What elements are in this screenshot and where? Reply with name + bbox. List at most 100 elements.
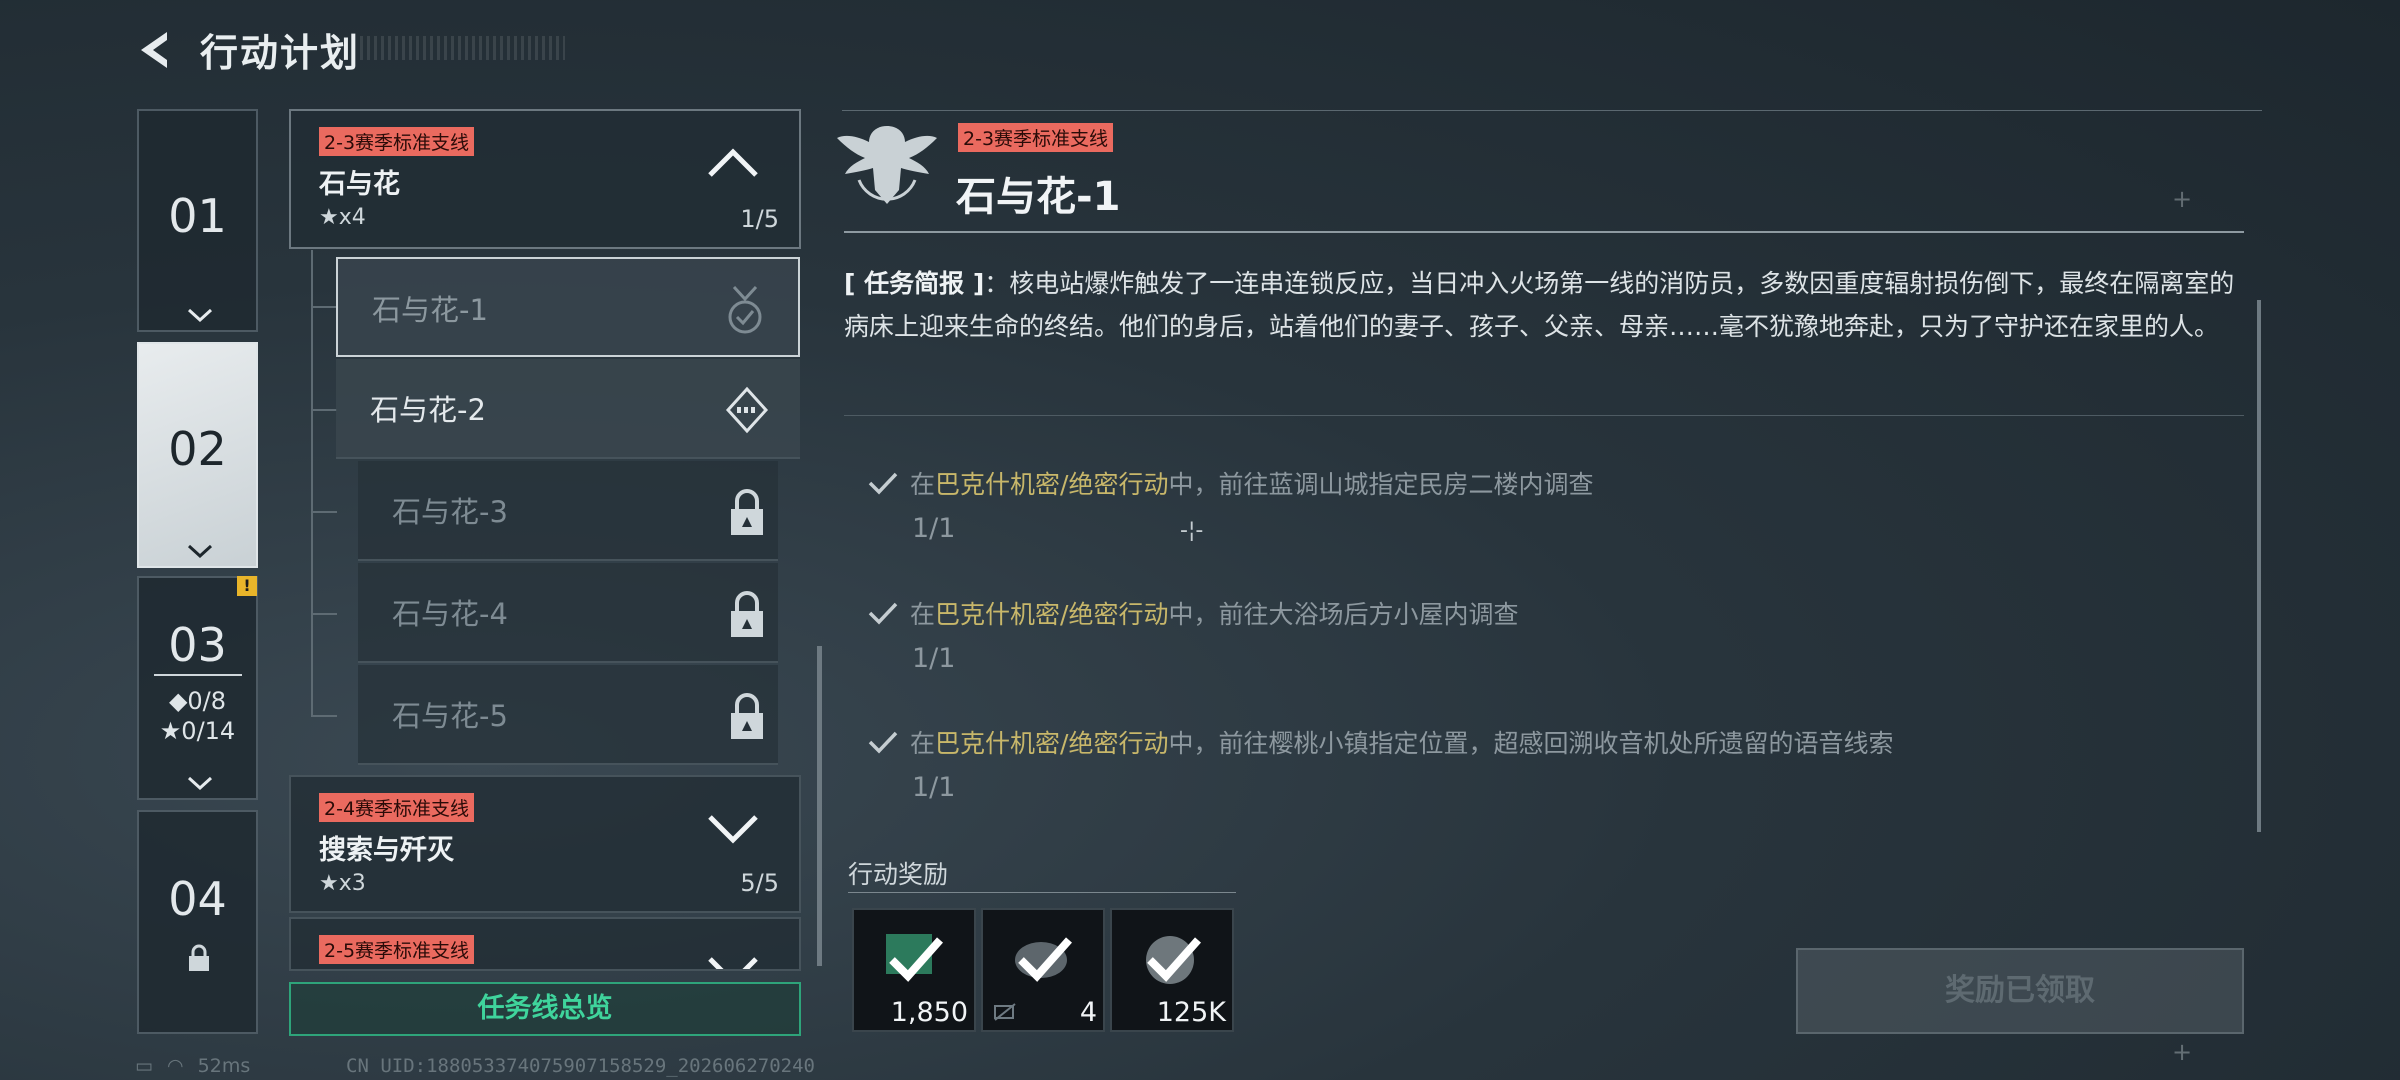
mission-group-2-5[interactable]: 2-5赛季标准支线	[289, 917, 801, 971]
chapter-tab-03[interactable]: 03 ◆0/8 ★0/14	[137, 576, 258, 800]
objective-item: 在巴克什机密/绝密行动中，前往蓝调山城指定民房二楼内调查 1/1	[860, 455, 2240, 575]
objective-count: 1/1	[912, 513, 956, 544]
battery-icon: ▭	[135, 1055, 153, 1077]
objective-suffix: 中，前往大浴场后方小屋内调查	[1168, 600, 1519, 629]
mission-group-stars: ★x4	[319, 205, 366, 230]
lock-icon	[731, 693, 763, 739]
claim-rewards-button[interactable]: 奖励已领取	[1796, 948, 2244, 1034]
status-bar: ▭ ◠ 52ms	[135, 1055, 250, 1077]
mission-brief: [ 任务简报 ]：核电站爆炸触发了一连串连锁反应，当日冲入火场第一线的消防员，多…	[844, 262, 2246, 348]
divider	[844, 415, 2244, 416]
chapter-number: 04	[168, 872, 227, 926]
season-tag: 2-5赛季标准支线	[319, 935, 475, 964]
sub-mission-1[interactable]: 石与花-1	[336, 257, 800, 357]
lock-icon	[731, 489, 763, 535]
back-arrow-icon[interactable]	[135, 28, 175, 72]
sub-mission-3[interactable]: 石与花-3	[358, 461, 778, 561]
objective-suffix: 中，前往樱桃小镇指定位置，超感回溯收音机处所遗留的语音线索	[1168, 729, 1894, 758]
check-icon	[868, 472, 898, 495]
mission-group-progress: 5/5	[740, 869, 779, 897]
chevron-down-icon[interactable]	[707, 813, 759, 845]
mission-list-scrollbar[interactable]	[817, 646, 822, 966]
objective-highlight: 巴克什机密/绝密行动	[935, 729, 1169, 758]
supply-pack-icon	[1015, 937, 1072, 982]
mission-group-progress: 1/5	[740, 205, 779, 233]
medal-check-icon	[728, 285, 762, 334]
objective-highlight: 巴克什机密/绝密行动	[935, 600, 1169, 629]
objective-prefix: 在	[910, 470, 936, 499]
sub-mission-name: 石与花-3	[392, 495, 508, 529]
reward-item[interactable]: 1,850	[852, 908, 976, 1032]
season-tag: 2-4赛季标准支线	[319, 793, 475, 822]
mission-group-stars: ★x3	[319, 871, 366, 896]
crosshair-icon: -¦-	[1180, 518, 1204, 543]
chapter-gem-count: ◆0/8	[168, 687, 227, 715]
mission-group-name: 搜索与歼灭	[319, 835, 454, 866]
check-icon	[868, 602, 898, 625]
chapter-number: 03	[153, 618, 242, 676]
divider	[844, 231, 2244, 233]
reward-quantity: 4	[1079, 997, 1097, 1028]
chapter-number: 01	[168, 189, 227, 243]
mission-group-search-destroy[interactable]: 2-4赛季标准支线 搜索与歼灭 ★x3 5/5	[289, 775, 801, 913]
season-tag: 2-3赛季标准支线	[958, 123, 1114, 152]
chevron-down-icon	[187, 544, 213, 558]
chevron-down-icon	[187, 308, 213, 322]
divider	[848, 892, 1236, 893]
objective-item: 在巴克什机密/绝密行动中，前往大浴场后方小屋内调查 1/1	[860, 585, 2240, 705]
chapter-number: 02	[168, 422, 227, 476]
objective-count: 1/1	[912, 772, 956, 803]
reward-quantity: 125K	[1156, 997, 1226, 1028]
tree-connector	[311, 250, 313, 716]
sub-mission-name: 石与花-2	[370, 393, 486, 427]
eagle-emblem-icon	[837, 126, 937, 204]
season-tag: 2-3赛季标准支线	[319, 127, 475, 156]
chapter-star-count: ★0/14	[159, 717, 236, 745]
tree-branch	[311, 613, 337, 615]
mission-group-stone-flower[interactable]: 2-3赛季标准支线 石与花 ★x4 1/5	[289, 109, 801, 249]
objective-prefix: 在	[910, 729, 936, 758]
divider	[842, 110, 2262, 111]
mission-group-name: 石与花	[319, 169, 400, 200]
chevron-down-icon	[187, 776, 213, 790]
chapter-tab-01[interactable]: 01	[137, 109, 258, 332]
lock-icon	[189, 944, 209, 971]
corner-mark: +	[2172, 185, 2193, 213]
mission-title: 石与花-1	[956, 174, 1121, 220]
tree-branch	[311, 511, 337, 513]
sub-mission-name: 石与花-4	[392, 597, 508, 631]
corner-mark: +	[2172, 1038, 2193, 1066]
chapter-tab-02[interactable]: 02	[137, 342, 258, 568]
brief-label: [ 任务简报 ]	[844, 269, 985, 298]
tree-branch	[311, 409, 337, 411]
tree-branch	[311, 306, 337, 308]
detail-scrollbar[interactable]	[2257, 300, 2261, 832]
chevron-up-icon[interactable]	[707, 147, 759, 179]
title-decoration	[360, 36, 565, 60]
ping-value: 52ms	[197, 1055, 251, 1077]
sub-mission-4[interactable]: 石与花-4	[358, 563, 778, 663]
objective-highlight: 巴克什机密/绝密行动	[935, 470, 1169, 499]
no-trade-icon	[994, 1003, 1016, 1021]
rewards-title: 行动奖励	[848, 860, 949, 889]
chapter-tab-04[interactable]: 04	[137, 810, 258, 1034]
objective-suffix: 中，前往蓝调山城指定民房二楼内调查	[1168, 470, 1594, 499]
objective-count: 1/1	[912, 643, 956, 674]
sub-mission-name: 石与花-5	[392, 699, 508, 733]
page-title: 行动计划	[200, 31, 361, 75]
sub-mission-5[interactable]: 石与花-5	[358, 665, 778, 765]
green-badge-icon	[886, 934, 943, 982]
sub-mission-2[interactable]: 石与花-2	[336, 359, 800, 459]
mission-overview-button[interactable]: 任务线总览	[289, 982, 801, 1036]
tree-branch	[311, 715, 337, 717]
reward-item[interactable]: 125K	[1110, 908, 1234, 1032]
reward-quantity: 1,850	[890, 997, 968, 1028]
wifi-icon: ◠	[167, 1055, 184, 1077]
alert-badge: !	[237, 576, 257, 596]
currency-coin-icon	[1146, 936, 1201, 984]
objective-item: 在巴克什机密/绝密行动中，前往樱桃小镇指定位置，超感回溯收音机处所遗留的语音线索…	[860, 714, 2240, 834]
reward-item[interactable]: 4	[981, 908, 1105, 1032]
check-icon	[868, 731, 898, 754]
objective-prefix: 在	[910, 600, 936, 629]
chevron-down-icon[interactable]	[707, 955, 759, 971]
